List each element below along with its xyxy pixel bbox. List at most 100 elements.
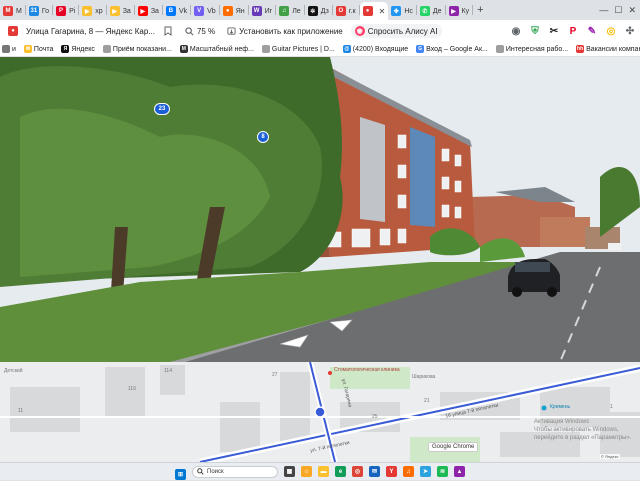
install-app-button[interactable]: Установить как приложение bbox=[223, 25, 347, 38]
bookmark-label: (4200) Входящие bbox=[352, 45, 409, 53]
profile-icon[interactable]: ◉ bbox=[510, 25, 522, 37]
chrome-icon[interactable]: ◎ bbox=[605, 25, 617, 37]
photos-icon[interactable]: ▲ bbox=[454, 466, 465, 477]
browser-tab[interactable]: ▶ хр bbox=[79, 2, 105, 20]
bookmark-item[interactable]: Приём показани... bbox=[102, 45, 172, 53]
bookmark-item[interactable]: Я Яндекс bbox=[61, 45, 95, 53]
chrome-icon[interactable]: ◎ bbox=[352, 466, 363, 477]
bookmark-item[interactable]: ✉ Почта bbox=[23, 45, 53, 53]
edge-icon[interactable]: e bbox=[335, 466, 346, 477]
bookmark-item[interactable]: Интересная рабо... bbox=[495, 45, 569, 53]
street-panorama[interactable]: 23 8 bbox=[0, 57, 640, 362]
tab-label: Нс bbox=[404, 7, 413, 15]
install-icon bbox=[227, 26, 236, 35]
close-window-button[interactable]: ✕ bbox=[628, 5, 636, 16]
telegram-icon[interactable]: ➤ bbox=[420, 466, 431, 477]
bookmark-item[interactable]: М Масштабный неф... bbox=[179, 45, 254, 53]
bookmark-item[interactable]: G Вход – Google Ак... bbox=[416, 45, 488, 53]
map-label: Кремень bbox=[550, 404, 571, 410]
close-tab-icon[interactable]: ✕ bbox=[379, 7, 386, 16]
bookmark-label: Интересная рабо... bbox=[505, 45, 569, 53]
browser-tab[interactable]: V Vb bbox=[191, 2, 219, 20]
bookmark-icon bbox=[164, 26, 172, 36]
taskbar-tooltip: Google Chrome bbox=[428, 442, 479, 452]
search-icon bbox=[197, 468, 204, 475]
youtube-icon: ▶ bbox=[137, 6, 148, 16]
music-app-icon[interactable]: ♫ bbox=[403, 466, 414, 477]
viber-icon: V bbox=[194, 6, 205, 16]
browser-tab[interactable]: ▶ За bbox=[135, 2, 162, 20]
browser-tab[interactable]: Ог.к bbox=[333, 2, 359, 20]
alice-icon: ◉ bbox=[354, 26, 365, 36]
bookmark-label: Вакансии компан... bbox=[586, 45, 640, 53]
map-label: 1 bbox=[610, 404, 613, 410]
bookmark-item[interactable]: hhВакансии компан... bbox=[576, 45, 640, 53]
taskbar-search[interactable]: Поиск bbox=[192, 465, 278, 478]
browser-tab[interactable]: ✆ Де bbox=[417, 2, 445, 20]
yandex-browser-icon[interactable]: Y bbox=[386, 466, 397, 477]
bookmark-item[interactable]: Guitar Pictures | D... bbox=[261, 45, 335, 53]
task-view-icon[interactable]: ▦ bbox=[284, 466, 295, 477]
bookmark-item[interactable]: и bbox=[2, 45, 16, 53]
zoom-button[interactable]: 75 % bbox=[181, 25, 219, 38]
tab-label: хр bbox=[95, 7, 103, 15]
browser-toolbar: ● Улица Гагарина, 8 — Яндекс Кар... 75 %… bbox=[0, 20, 640, 42]
tab-label: За bbox=[122, 7, 131, 15]
bookmark-item[interactable]: @ (4200) Входящие bbox=[342, 45, 409, 53]
tab-label: Ян bbox=[235, 7, 245, 15]
browser-tab[interactable]: ● ✕ bbox=[359, 2, 389, 20]
browser-tab[interactable]: ▶ За bbox=[107, 2, 134, 20]
window-controls: — ☐ ✕ bbox=[599, 5, 640, 16]
tab-strip: M М 31 Го P Pi ▶ хр ▶ За ▶ За В Vk V Vb ● Ян W Иг ♫ Ле ✲ Дз Ог.к… bbox=[0, 0, 640, 20]
browser-tab[interactable]: ▶ Ку bbox=[446, 2, 473, 20]
pen-icon[interactable]: ✎ bbox=[586, 25, 598, 37]
tab-label: За bbox=[150, 7, 159, 15]
zoom-level: 75 % bbox=[196, 26, 216, 36]
windows-start-icon[interactable]: ⊞ bbox=[175, 468, 186, 480]
map-label: 27 bbox=[272, 372, 278, 378]
ask-alice-button[interactable]: ◉ Спросить Алису AI bbox=[350, 24, 442, 38]
bookmark-label: и bbox=[12, 45, 16, 53]
maximize-button[interactable]: ☐ bbox=[614, 5, 622, 16]
map-label: Шарикова bbox=[412, 374, 436, 380]
globe-icon bbox=[261, 45, 270, 53]
tab-label: Ку bbox=[461, 7, 470, 15]
browser-tab[interactable]: P Pi bbox=[53, 2, 78, 20]
spotify-icon[interactable]: ≋ bbox=[437, 466, 448, 477]
browser-tab[interactable]: В Vk bbox=[163, 2, 190, 20]
pinterest-icon: P bbox=[56, 6, 67, 16]
browser-tab[interactable]: 31 Го bbox=[26, 2, 52, 20]
mail-app-icon[interactable]: ✉ bbox=[369, 466, 380, 477]
browser-tab[interactable]: ✲ Дз bbox=[305, 2, 332, 20]
folder-icon bbox=[2, 45, 10, 53]
mini-map[interactable]: Детский Стоматологическая клиника 116 11… bbox=[0, 362, 640, 462]
street-marker[interactable]: 23 bbox=[154, 103, 170, 115]
yandex-zen-icon: ● bbox=[222, 6, 233, 16]
navigate-arrow-back[interactable] bbox=[278, 333, 312, 349]
bookmark-star-button[interactable] bbox=[159, 24, 177, 38]
navigate-arrow-forward[interactable] bbox=[328, 319, 354, 333]
capcut-icon[interactable]: ✂ bbox=[548, 25, 560, 37]
panorama-image bbox=[0, 57, 640, 362]
street-marker[interactable]: 8 bbox=[257, 131, 269, 143]
widgets-icon[interactable]: ☼ bbox=[301, 466, 312, 477]
mail-icon: M bbox=[3, 6, 13, 16]
hh-icon: hh bbox=[576, 45, 585, 53]
activate-windows-watermark: Активация Windows Чтобы активировать Win… bbox=[534, 419, 632, 441]
tab-label: Pi bbox=[69, 7, 76, 15]
tab-label: Дз bbox=[320, 7, 329, 15]
pinterest-ext-icon[interactable]: P bbox=[567, 25, 579, 37]
browser-tab[interactable]: W Иг bbox=[249, 2, 276, 20]
browser-tab[interactable]: ✤ Нс bbox=[388, 2, 416, 20]
shield-icon[interactable]: ⛨ bbox=[529, 25, 541, 37]
new-tab-button[interactable]: + bbox=[473, 4, 487, 16]
bookmark-label: Приём показани... bbox=[112, 45, 172, 53]
browser-tab[interactable]: ♫ Ле bbox=[276, 2, 304, 20]
tab-label: М bbox=[16, 7, 22, 15]
puzzle-icon[interactable]: ✣ bbox=[624, 25, 636, 37]
alice-label: Спросить Алису AI bbox=[367, 26, 438, 36]
browser-tab[interactable]: MМ bbox=[0, 2, 25, 20]
file-explorer-icon[interactable]: ▬ bbox=[318, 466, 329, 477]
minimize-button[interactable]: — bbox=[599, 5, 608, 15]
browser-tab[interactable]: ● Ян bbox=[220, 2, 248, 20]
